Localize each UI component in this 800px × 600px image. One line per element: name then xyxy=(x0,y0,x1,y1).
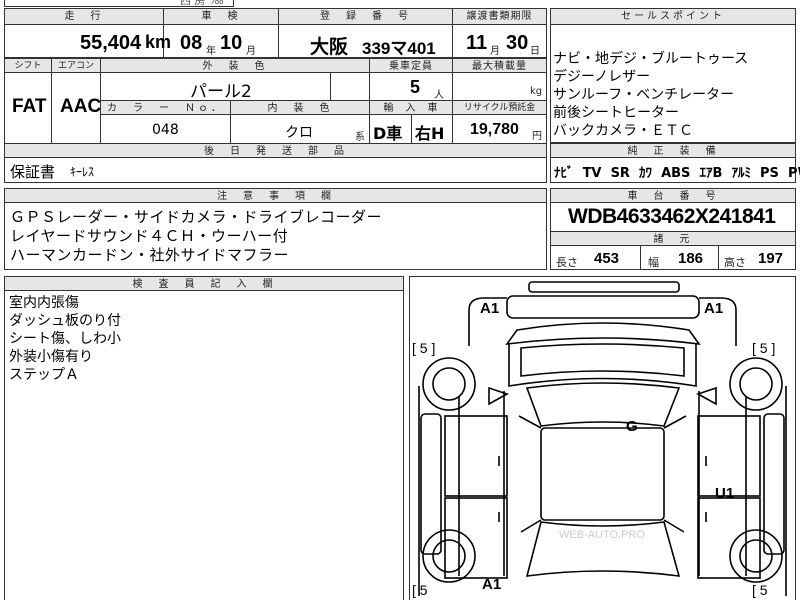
chassis-header: 車 台 番 号 xyxy=(550,188,796,203)
equipment-item: PW xyxy=(787,166,800,181)
sales-point-line: サンルーフ・ベンチレーター xyxy=(553,87,735,103)
interior-color-header: 内 装 色 xyxy=(230,100,370,115)
width-label: 幅 xyxy=(648,256,659,269)
width-value: 186 xyxy=(678,250,704,267)
mark-front-left: A1 xyxy=(480,300,500,317)
sales-points-list: ナビ・地デジ・ブルートゥース デジーノレザー サンルーフ・ベンチレーター 前後シ… xyxy=(553,50,748,140)
equipment-item: ABS xyxy=(661,166,691,181)
sales-point-line: ナビ・地デジ・ブルートゥース xyxy=(553,51,749,67)
note-line: ハーマンカードン・社外サイドマフラー xyxy=(10,246,290,264)
tire-rear-left: [ 5 xyxy=(412,582,428,598)
equipment-header: 純 正 装 備 xyxy=(550,143,796,158)
interior-color-value: クロ xyxy=(285,125,313,141)
height-value: 197 xyxy=(758,250,784,267)
note-line: レイヤードサウンド４ＣＨ・ウーハー付 xyxy=(10,227,289,245)
inspection-month: 10 xyxy=(220,32,243,54)
equipment-item: ｴｱB xyxy=(699,166,723,181)
capacity-header: 乗車定員 xyxy=(369,58,453,73)
notes-text: ＧＰＳレーダー・サイドカメラ・ドライブレコーダー レイヤードサウンド４ＣＨ・ウー… xyxy=(10,208,382,265)
notes-header: 注 意 事 項 欄 xyxy=(4,188,547,203)
height-label: 高さ xyxy=(724,256,746,269)
later-parts-value: 保証書 xyxy=(10,163,56,181)
top-strip-fragment: 西 房 ‰ xyxy=(180,0,224,7)
front-grille xyxy=(506,295,700,319)
note-line: ＧＰＳレーダー・サイドカメラ・ドライブレコーダー xyxy=(10,208,383,226)
sales-point-line: 前後シートヒーター xyxy=(553,105,679,121)
equipment-item: SR xyxy=(610,166,630,181)
right-front-door xyxy=(697,415,761,497)
tire-front-left: [ 5 ] xyxy=(412,340,436,356)
equipment-item: ｶﾜ xyxy=(639,166,652,181)
inspector-line: ダッシュ板のり付 xyxy=(9,313,121,329)
ac-value: AAC xyxy=(60,96,102,117)
sales-points-header: セールスポイント xyxy=(550,8,796,25)
capacity-value: 5 xyxy=(410,77,421,97)
wheel-rr xyxy=(729,529,783,583)
equipment-item: ﾅﾋﾞ xyxy=(554,166,574,181)
mileage-value: 55,404 xyxy=(80,32,142,54)
mileage-header: 走 行 xyxy=(4,8,164,25)
chassis-number: WDB4633462X241841 xyxy=(568,205,776,228)
right-rear-door xyxy=(697,497,761,579)
ac-header: エアコン xyxy=(51,58,101,73)
left-rear-door xyxy=(444,497,508,579)
equipment-item: TV xyxy=(582,166,602,181)
roof xyxy=(540,427,665,521)
import-type: D車 xyxy=(373,124,403,143)
registration-number: 339マ401 xyxy=(362,39,436,58)
mark-front-right: A1 xyxy=(704,300,724,317)
deadline-day: 30 xyxy=(506,32,529,54)
mark-roof: G xyxy=(626,418,638,435)
hood-outline xyxy=(505,322,701,346)
tire-front-right: [ 5 ] xyxy=(752,340,776,356)
registration-header: 登 録 番 号 xyxy=(278,8,453,25)
color-no-header: カ ラ ー Ｎｏ． xyxy=(100,100,231,115)
later-parts-keyless: ｷｰﾚｽ xyxy=(70,165,95,179)
length-label: 長さ xyxy=(556,256,578,269)
sales-point-line: バックカメラ・ＥＴＣ xyxy=(553,123,693,139)
recycle-value: 19,780 xyxy=(470,121,519,138)
windshield xyxy=(525,382,681,427)
sales-point-line: デジーノレザー xyxy=(553,69,651,85)
registration-area: 大阪 xyxy=(310,36,349,58)
inspection-header: 車 検 xyxy=(163,8,279,25)
spec-header: 諸 元 xyxy=(550,231,796,246)
steering-side: 右H xyxy=(415,124,445,143)
exterior-color-header: 外 装 色 xyxy=(100,58,370,73)
deadline-month: 11 xyxy=(466,32,488,54)
inspector-line: シート傷、しわ小 xyxy=(9,331,121,347)
inspector-header: 検 査 員 記 入 欄 xyxy=(4,276,404,291)
exterior-color-value: パール2 xyxy=(190,82,252,102)
wheel-rl xyxy=(422,529,476,583)
deadline-header: 譲渡書類期限 xyxy=(452,8,547,25)
shift-header: シフト xyxy=(4,58,52,73)
equipment-item: PS xyxy=(760,166,779,181)
mark-right-side: U1 xyxy=(715,485,735,502)
recycle-header: リサイクル預託金 xyxy=(452,100,547,115)
left-front-door xyxy=(444,415,508,497)
shift-value: FAT xyxy=(12,96,47,117)
front-bumper xyxy=(528,281,680,293)
length-value: 453 xyxy=(594,250,620,267)
tire-rear-right: [ 5 xyxy=(752,582,768,598)
later-parts-header: 後 日 発 送 部 品 xyxy=(4,143,547,158)
mileage-unit: km xyxy=(145,32,172,52)
equipment-list: ﾅﾋﾞ TV SR ｶﾜ ABS ｴｱB ｱﾙﾐ PS PW xyxy=(554,162,800,181)
equipment-item: ｱﾙﾐ xyxy=(731,166,751,181)
wheel-fr xyxy=(729,357,783,411)
inspector-line: 外装小傷有り xyxy=(9,349,93,365)
max-load-header: 最大積載量 xyxy=(452,58,547,73)
max-load-unit: kg xyxy=(530,86,543,97)
inspection-year: 08 xyxy=(180,32,203,54)
watermark: WEB-AUTO.PRO xyxy=(559,529,645,541)
import-header: 輸 入 車 xyxy=(369,100,453,115)
inspector-notes: 室内内張傷 ダッシュ板のり付 シート傷、しわ小 外装小傷有り ステップＡ xyxy=(9,294,121,384)
mark-rear-left: A1 xyxy=(482,576,502,593)
inspector-line: ステップＡ xyxy=(9,367,79,383)
color-no-value: 048 xyxy=(152,122,179,138)
car-diagram: WEB-AUTO.PRO xyxy=(418,281,787,596)
wheel-fl xyxy=(422,357,476,411)
inspector-line: 室内内張傷 xyxy=(9,295,79,311)
